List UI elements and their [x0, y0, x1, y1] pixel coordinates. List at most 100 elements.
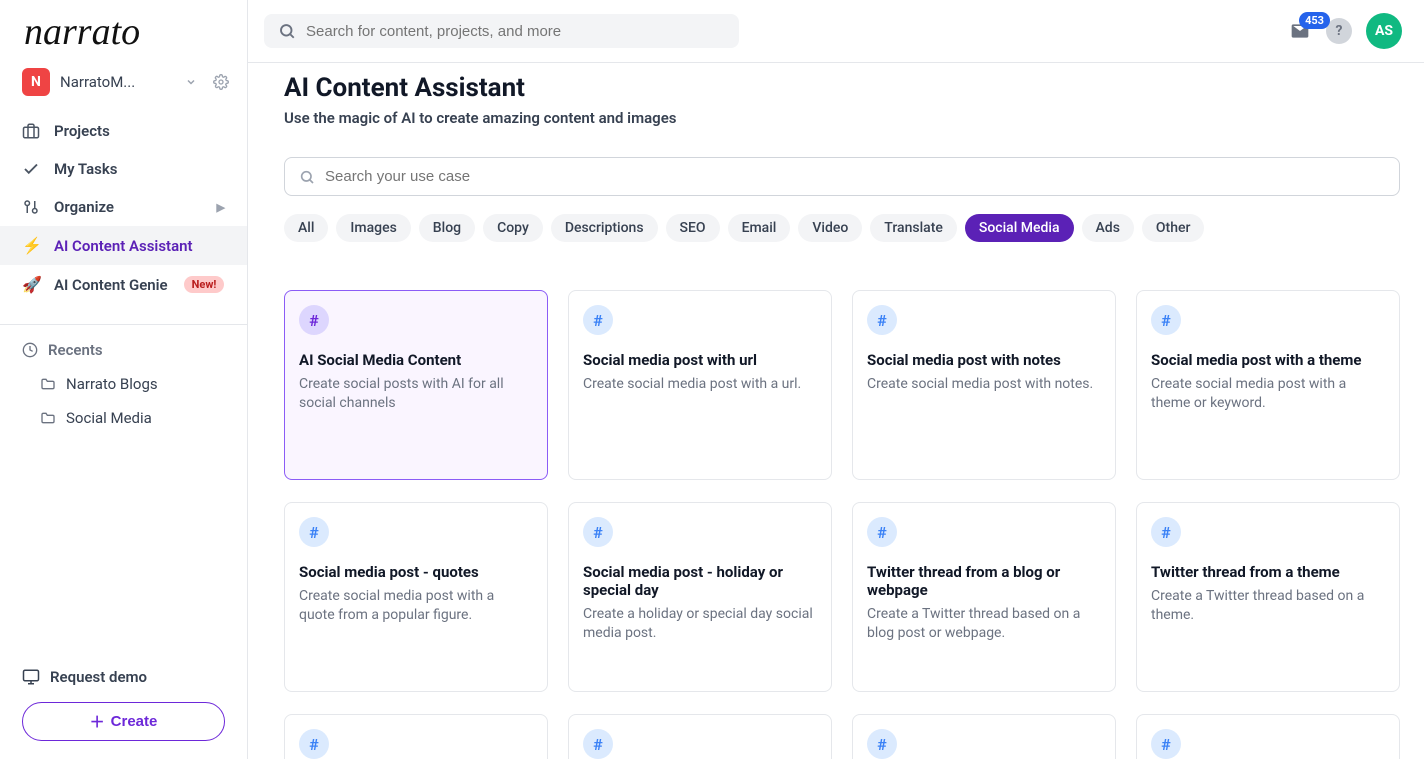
- usecase-card-title: AI Social Media Content: [299, 351, 533, 369]
- hash-icon: #: [299, 729, 329, 759]
- brand-logo: narrato: [0, 0, 247, 54]
- filter-pills: All Images Blog Copy Descriptions SEO EmailVid…: [284, 214, 1400, 242]
- rocket-icon: 🚀: [22, 275, 42, 294]
- search-icon: [278, 22, 296, 40]
- usecase-card-title: Twitter thread from a theme: [1151, 563, 1385, 581]
- user-avatar[interactable]: AS: [1366, 13, 1402, 49]
- usecase-card[interactable]: # Twitter thread from a theme Create a Twi…: [1136, 502, 1400, 692]
- check-icon: [22, 160, 42, 178]
- usecase-card[interactable]: # Social media post - quotes Create social…: [284, 502, 548, 692]
- recents-label: Recents: [48, 341, 103, 359]
- usecase-cards: # AI Social Media Content Create social po…: [284, 290, 1400, 480]
- recent-item[interactable]: Social Media: [0, 401, 247, 435]
- usecase-card-title: Social media post with url: [583, 351, 817, 369]
- notifications-button[interactable]: 453: [1288, 21, 1312, 41]
- usecase-card-desc: Create social media post with a url.: [583, 375, 817, 394]
- usecase-cards: # Social media post - quotes Create social…: [284, 502, 1400, 692]
- usecase-card-desc: Create a Twitter thread based on a theme…: [1151, 587, 1385, 625]
- filter-pill-blog[interactable]: Blog: [419, 214, 475, 242]
- usecase-card-desc: Create a Twitter thread based on a blog …: [867, 605, 1101, 643]
- recent-item-label: Narrato Blogs: [66, 375, 158, 393]
- filter-pill-social-media[interactable]: Social Media: [965, 214, 1074, 242]
- chevron-right-icon: ▶: [217, 201, 225, 214]
- request-demo-link[interactable]: Request demo: [22, 658, 225, 696]
- sidebar-item-ai-genie[interactable]: 🚀 AI Content Genie New!: [0, 265, 247, 304]
- global-search-input[interactable]: [306, 23, 725, 40]
- usecase-card[interactable]: #Social media post with notesCreate soci…: [852, 290, 1116, 480]
- search-icon: [299, 169, 315, 185]
- usecase-cards: #Social media poll #Social media page int…: [284, 714, 1400, 759]
- sidebar-item-label: My Tasks: [54, 160, 118, 178]
- filter-pill-video[interactable]: Video: [798, 214, 862, 242]
- filter-pill-email[interactable]: Email: [728, 214, 791, 242]
- filter-pill-images[interactable]: Images: [336, 214, 410, 242]
- filter-pill-ads[interactable]: Ads: [1082, 214, 1134, 242]
- page-title: AI Content Assistant: [284, 73, 1400, 103]
- hash-icon: #: [867, 305, 897, 335]
- usecase-search[interactable]: [284, 157, 1400, 196]
- recent-item[interactable]: Narrato Blogs: [0, 367, 247, 401]
- topbar: 453 ? AS: [248, 0, 1424, 63]
- hash-icon: #: [299, 517, 329, 547]
- usecase-card-title: Social media post with a theme: [1151, 351, 1385, 369]
- filter-pill-other[interactable]: Other: [1142, 214, 1205, 242]
- hash-icon: #: [583, 729, 613, 759]
- sliders-icon: [22, 198, 42, 216]
- filter-pill-translate[interactable]: Translate: [870, 214, 957, 242]
- hash-icon: #: [1151, 517, 1181, 547]
- sidebar: narrato N NarratoM... Projects: [0, 0, 248, 759]
- usecase-card[interactable]: # AI Social Media Content Create social po…: [284, 290, 548, 480]
- usecase-card-title: Twitter thread from a blog or webpage: [867, 563, 1101, 599]
- workspace-switcher[interactable]: N NarratoM...: [0, 54, 247, 110]
- usecase-card[interactable]: #Simplify text: [1136, 714, 1400, 759]
- usecase-card-title: Social media post - quotes: [299, 563, 533, 581]
- sidebar-item-projects[interactable]: Projects: [0, 112, 247, 150]
- sidebar-item-organize[interactable]: Organize ▶: [0, 188, 247, 226]
- usecase-card[interactable]: #Social media poll: [284, 714, 548, 759]
- hash-icon: #: [1151, 305, 1181, 335]
- briefcase-icon: [22, 122, 42, 140]
- usecase-card[interactable]: # Twitter thread from a blog or webpage Cr…: [852, 502, 1116, 692]
- plus-icon: ＋: [90, 711, 105, 732]
- clock-icon: [22, 342, 38, 358]
- hash-icon: #: [299, 305, 329, 335]
- usecase-card[interactable]: #Correct spelling and grammar: [852, 714, 1116, 759]
- usecase-card-desc: Create a holiday or special day social m…: [583, 605, 817, 643]
- filter-pill-all[interactable]: All: [284, 214, 328, 242]
- sidebar-item-mytasks[interactable]: My Tasks: [0, 150, 247, 188]
- usecase-card[interactable]: #Social media post - holiday or special …: [568, 502, 832, 692]
- filter-pill-seo[interactable]: SEO: [666, 214, 720, 242]
- create-button[interactable]: ＋ Create: [22, 702, 225, 741]
- help-button[interactable]: ?: [1326, 18, 1352, 44]
- folder-icon: [40, 376, 56, 392]
- usecase-card[interactable]: #Social media post with a themeCreate so…: [1136, 290, 1400, 480]
- hash-icon: #: [867, 517, 897, 547]
- hash-icon: #: [1151, 729, 1181, 759]
- usecase-card[interactable]: #Social media post with urlCreate social…: [568, 290, 832, 480]
- folder-icon: [40, 410, 56, 426]
- usecase-card-desc: Create social media post with a quote fr…: [299, 587, 533, 625]
- recents-header: Recents: [0, 333, 247, 367]
- usecase-card-title: Social media post - holiday or special d…: [583, 563, 817, 599]
- global-search[interactable]: [264, 14, 739, 48]
- filter-pill-copy[interactable]: Copy: [483, 214, 543, 242]
- monitor-icon: [22, 668, 40, 686]
- page-subtitle: Use the magic of AI to create amazing co…: [284, 109, 1400, 127]
- sidebar-item-label: AI Content Assistant: [54, 237, 193, 255]
- create-button-label: Create: [111, 713, 158, 730]
- gear-icon[interactable]: [213, 74, 229, 90]
- filter-pill-descriptions[interactable]: Descriptions: [551, 214, 658, 242]
- chevron-down-icon[interactable]: [185, 76, 197, 88]
- usecase-card[interactable]: #Social media page introduction: [568, 714, 832, 759]
- workspace-badge: N: [22, 68, 50, 96]
- request-demo-label: Request demo: [50, 668, 147, 686]
- sidebar-item-label: Projects: [54, 122, 110, 140]
- new-badge: New!: [184, 276, 225, 293]
- usecase-search-input[interactable]: [325, 168, 1385, 185]
- sidebar-item-label: AI Content Genie: [54, 276, 168, 294]
- sidebar-item-label: Organize: [54, 198, 114, 216]
- hash-icon: #: [867, 729, 897, 759]
- sidebar-item-ai-assistant[interactable]: ⚡ AI Content Assistant: [0, 226, 247, 265]
- usecase-card-desc: Create social posts with AI for all soci…: [299, 375, 533, 413]
- usecase-card-title: Social media post with notes: [867, 351, 1101, 369]
